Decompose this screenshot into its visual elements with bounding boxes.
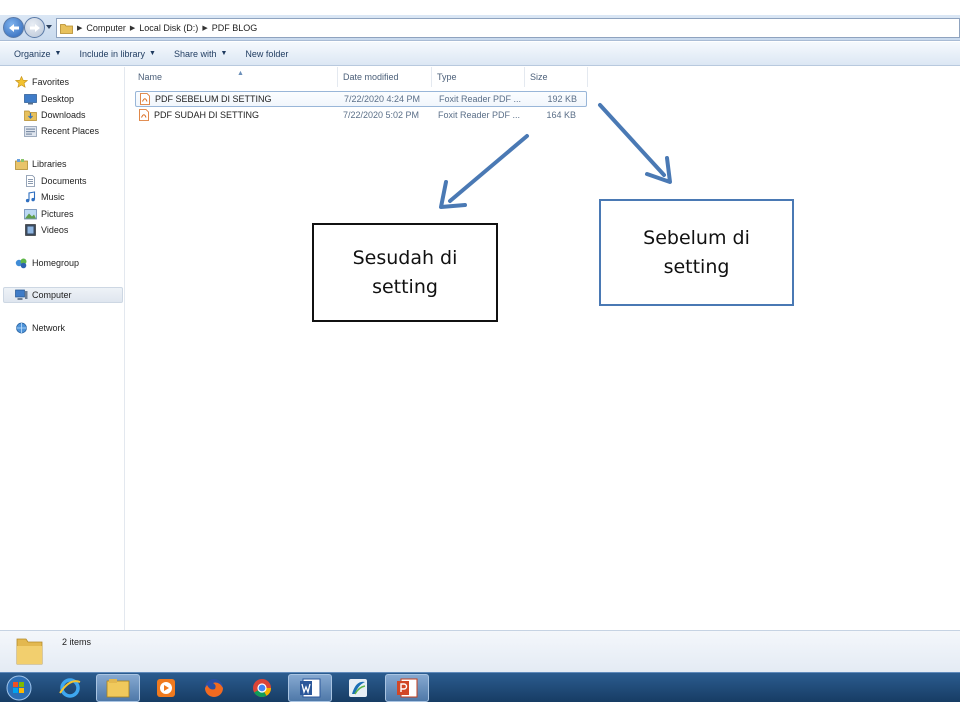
- taskbar-word[interactable]: [288, 674, 332, 702]
- taskbar-foxit-reader[interactable]: [336, 674, 380, 702]
- taskbar-firefox[interactable]: [192, 674, 236, 702]
- annotation-sebelum-line2: setting: [663, 255, 730, 278]
- annotation-arrows: [439, 103, 672, 209]
- media-player-icon: [157, 679, 175, 697]
- taskbar-chrome[interactable]: [240, 674, 284, 702]
- arrow-to-sesudah-icon: [439, 134, 529, 209]
- taskbar-windows-explorer[interactable]: [96, 674, 140, 702]
- start-button[interactable]: [4, 674, 34, 702]
- arrow-to-sebelum-icon: [598, 103, 672, 184]
- details-pane: 2 items: [0, 630, 960, 672]
- folder-icon: [16, 638, 43, 665]
- annotation-sebelum-line1: Sebelum di: [643, 226, 750, 249]
- foxit-reader-icon: [349, 679, 367, 697]
- internet-explorer-icon: [59, 678, 81, 698]
- annotation-sesudah: Sesudah di setting: [312, 223, 498, 322]
- powerpoint-icon: [397, 678, 418, 698]
- firefox-icon: [205, 679, 223, 697]
- explorer-folder-icon: [106, 679, 130, 698]
- taskbar-internet-explorer[interactable]: [48, 674, 92, 702]
- word-icon: [300, 678, 321, 698]
- item-count: 2 items: [62, 637, 92, 647]
- annotation-sesudah-line2: setting: [372, 275, 438, 298]
- windows-logo-icon: [6, 675, 32, 701]
- taskbar-media-player[interactable]: [144, 674, 188, 702]
- annotation-sebelum: Sebelum di setting: [599, 199, 794, 306]
- screen-margin: [0, 702, 960, 720]
- annotation-sesudah-line1: Sesudah di: [352, 246, 458, 269]
- chrome-icon: [253, 679, 271, 698]
- taskbar-powerpoint[interactable]: [385, 674, 429, 702]
- taskbar: [0, 672, 960, 702]
